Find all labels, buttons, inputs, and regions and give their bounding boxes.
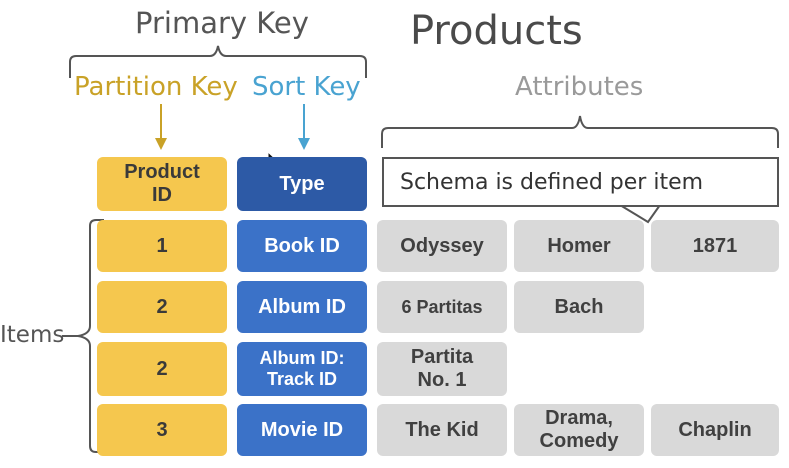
partition-arrow-head xyxy=(155,138,167,150)
row-1-attribute-1: Odyssey xyxy=(377,220,507,272)
partition-key-header: Product ID xyxy=(97,157,227,211)
attributes-label: Attributes xyxy=(515,72,644,102)
schema-note: Schema is defined per item xyxy=(382,157,779,207)
row-2-partition-key: 2 xyxy=(97,281,227,333)
sort-key-header: Type xyxy=(237,157,367,211)
attributes-brace xyxy=(381,115,779,148)
row-1-attribute-3: 1871 xyxy=(651,220,779,272)
row-4-attribute-1: The Kid xyxy=(377,404,507,456)
row-1-partition-key: 1 xyxy=(97,220,227,272)
row-2-sort-key: Album ID xyxy=(237,281,367,333)
primary-key-label: Primary Key xyxy=(135,6,309,40)
row-1-sort-key: Book ID xyxy=(237,220,367,272)
sort-key-label: Sort Key xyxy=(252,72,361,102)
row-3-partition-key: 2 xyxy=(97,342,227,396)
row-3-attribute-1: Partita No. 1 xyxy=(377,342,507,396)
row-1-attribute-2: Homer xyxy=(514,220,644,272)
diagram-title: Products xyxy=(410,8,583,54)
row-4-attribute-3: Chaplin xyxy=(651,404,779,456)
row-2-attribute-2: Bach xyxy=(514,281,644,333)
items-label: Items xyxy=(0,322,65,348)
row-4-partition-key: 3 xyxy=(97,404,227,456)
partition-key-label: Partition Key xyxy=(74,72,238,102)
row-4-sort-key: Movie ID xyxy=(237,404,367,456)
row-2-attribute-1: 6 Partitas xyxy=(377,281,507,333)
row-4-attribute-2: Drama, Comedy xyxy=(514,404,644,456)
row-3-sort-key: Album ID: Track ID xyxy=(237,342,367,396)
sort-arrow-head xyxy=(298,138,310,150)
